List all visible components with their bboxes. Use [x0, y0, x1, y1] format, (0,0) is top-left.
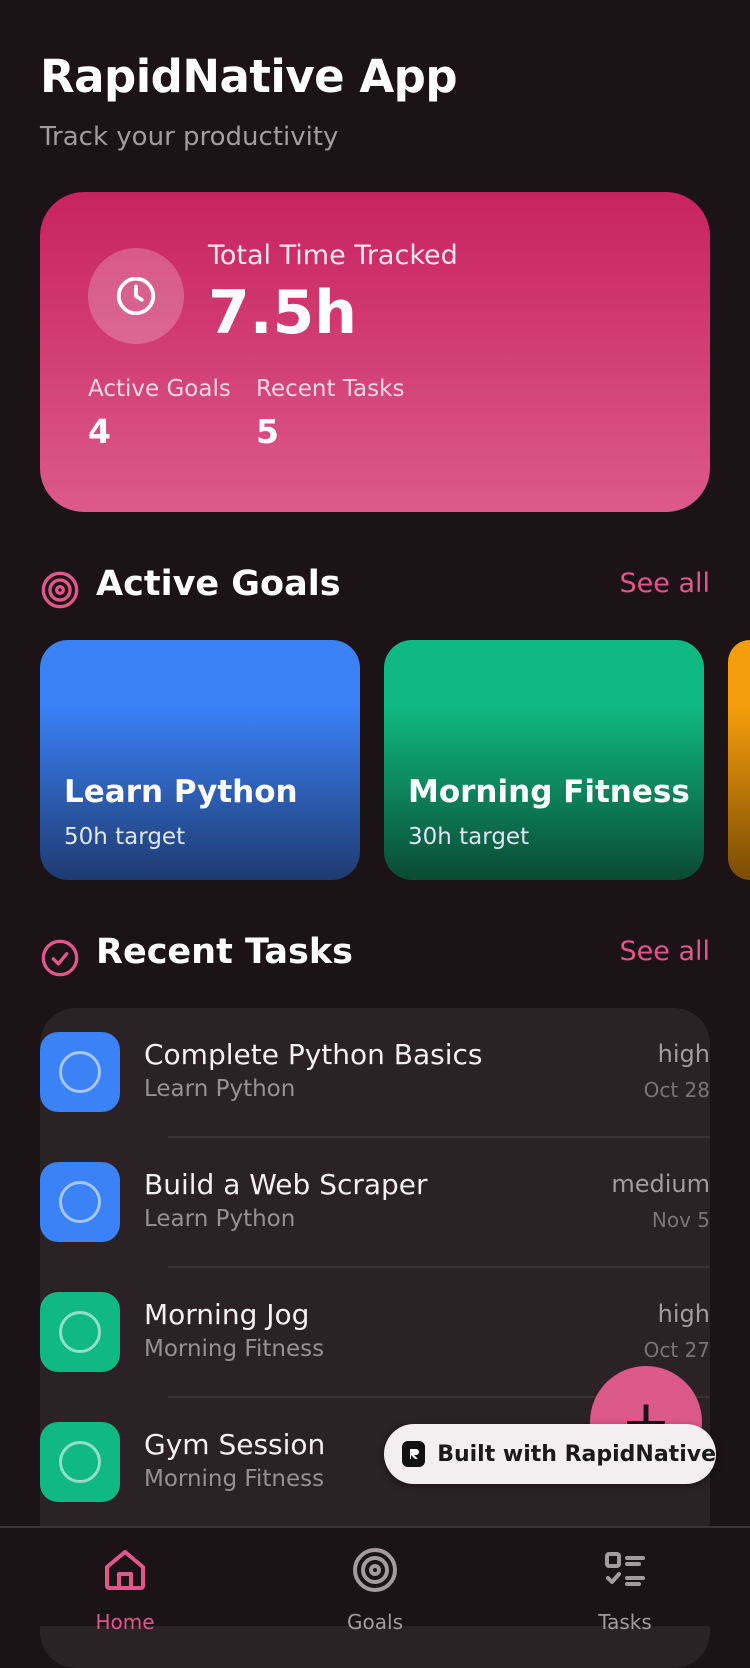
- circle-icon: [59, 1051, 101, 1093]
- tab-goals[interactable]: Goals: [295, 1528, 455, 1634]
- tab-tasks[interactable]: Tasks: [545, 1528, 705, 1634]
- active-goals-count: 4: [88, 412, 111, 451]
- task-date: Oct 27: [643, 1338, 710, 1362]
- built-with-badge[interactable]: Built with RapidNative: [384, 1424, 716, 1484]
- task-row[interactable]: Complete Python Basics Learn Python high…: [40, 1008, 710, 1138]
- recent-tasks-label: Recent Tasks: [256, 376, 405, 402]
- checklist-icon: [605, 1552, 645, 1586]
- task-complete-toggle[interactable]: [40, 1032, 120, 1112]
- time-tracked-card: Total Time Tracked 7.5h Active Goals 4 R…: [40, 192, 710, 512]
- tasks-see-all-link[interactable]: See all: [620, 936, 711, 967]
- app-subtitle: Track your productivity: [40, 122, 339, 152]
- check-circle-icon: [41, 939, 79, 977]
- goal-name: Learn Python: [64, 774, 298, 810]
- recent-tasks-header: Recent Tasks See all: [40, 932, 710, 982]
- total-time-label: Total Time Tracked: [208, 240, 458, 271]
- task-goal: Learn Python: [144, 1076, 296, 1102]
- task-complete-toggle[interactable]: [40, 1292, 120, 1372]
- task-priority: medium: [611, 1170, 710, 1198]
- active-goals-label: Active Goals: [88, 376, 231, 402]
- goal-card-morning-fitness[interactable]: Morning Fitness 30h target: [384, 640, 704, 880]
- task-title: Gym Session: [144, 1428, 326, 1461]
- recent-tasks-title: Recent Tasks: [96, 932, 353, 972]
- tab-label: Goals: [347, 1610, 403, 1634]
- total-time-value: 7.5h: [208, 278, 358, 348]
- tab-label: Tasks: [598, 1610, 652, 1634]
- task-title: Build a Web Scraper: [144, 1168, 428, 1201]
- target-icon: [353, 1548, 397, 1592]
- task-goal: Morning Fitness: [144, 1336, 325, 1362]
- goal-name: Morning Fitness: [408, 774, 690, 810]
- goal-target: 30h target: [408, 824, 530, 850]
- built-with-text: Built with RapidNative: [437, 1441, 716, 1467]
- task-row[interactable]: Build a Web Scraper Learn Python medium …: [40, 1138, 710, 1268]
- recent-tasks-count: 5: [256, 412, 279, 451]
- task-title: Complete Python Basics: [144, 1038, 483, 1071]
- task-goal: Morning Fitness: [144, 1466, 325, 1492]
- task-priority: high: [657, 1040, 710, 1068]
- goal-target: 50h target: [64, 824, 186, 850]
- task-date: Nov 5: [651, 1208, 710, 1232]
- clock-icon: [88, 248, 184, 344]
- circle-icon: [59, 1441, 101, 1483]
- tab-label: Home: [95, 1610, 155, 1634]
- app-title: RapidNative App: [40, 50, 458, 103]
- task-priority: high: [657, 1300, 710, 1328]
- circle-icon: [59, 1311, 101, 1353]
- home-icon: [105, 1550, 145, 1590]
- tab-home[interactable]: Home: [45, 1528, 205, 1634]
- rapidnative-logo-icon: [402, 1441, 426, 1467]
- task-date: Oct 28: [643, 1078, 710, 1102]
- goal-card-partial[interactable]: [728, 640, 750, 880]
- task-complete-toggle[interactable]: [40, 1422, 120, 1502]
- target-icon: [41, 571, 79, 609]
- goal-card-learn-python[interactable]: Learn Python 50h target: [40, 640, 360, 880]
- active-goals-title: Active Goals: [96, 564, 341, 604]
- task-goal: Learn Python: [144, 1206, 296, 1232]
- goals-see-all-link[interactable]: See all: [620, 568, 711, 599]
- active-goals-header: Active Goals See all: [40, 564, 710, 614]
- circle-icon: [59, 1181, 101, 1223]
- task-complete-toggle[interactable]: [40, 1162, 120, 1242]
- task-title: Morning Jog: [144, 1298, 310, 1331]
- bottom-tab-bar: Home Goals Tasks: [0, 1526, 750, 1634]
